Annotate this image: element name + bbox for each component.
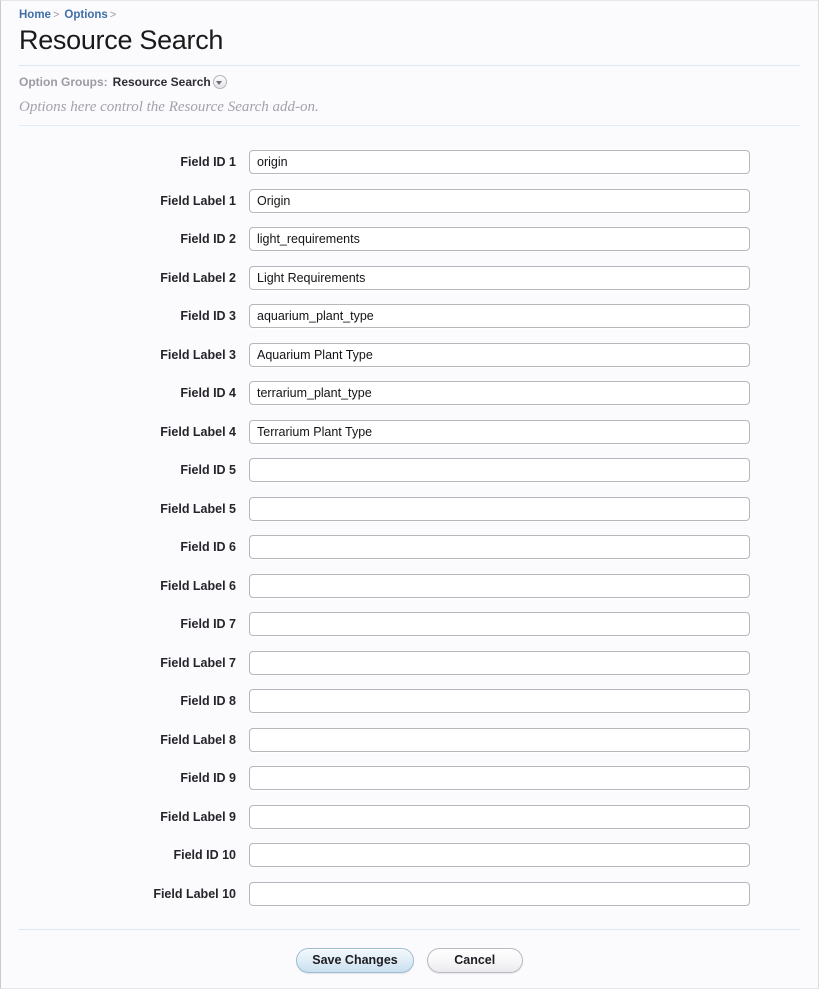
field-input[interactable]	[249, 804, 750, 829]
field-input[interactable]	[249, 342, 750, 367]
field-input[interactable]	[249, 535, 750, 560]
form-row: Field ID 7	[1, 605, 818, 644]
field-label: Field Label 6	[160, 578, 236, 593]
form-row: Field ID 9	[1, 759, 818, 798]
form-row: Field ID 2	[1, 220, 818, 259]
field-label: Field ID 5	[180, 463, 236, 478]
option-groups-label: Option Groups:	[19, 75, 108, 89]
form-actions: Save Changes Cancel	[1, 948, 818, 973]
field-label: Field Label 10	[153, 886, 236, 901]
field-label: Field Label 4	[160, 424, 236, 439]
option-groups-value[interactable]: Resource Search	[113, 74, 211, 90]
field-input[interactable]	[249, 612, 750, 637]
page-title: Resource Search	[19, 25, 224, 55]
options-page: Home > Options > Resource Search Option Gro…	[0, 0, 819, 989]
field-label: Field ID 1	[180, 155, 236, 170]
page-description: Options here control the Resource Search…	[19, 99, 319, 115]
form-bottom-divider	[19, 929, 800, 930]
form-row: Field ID 3	[1, 297, 818, 336]
form-row: Field Label 1	[1, 182, 818, 221]
form-row: Field ID 5	[1, 451, 818, 490]
chevron-down-circle-icon[interactable]	[212, 75, 227, 89]
field-input[interactable]	[249, 188, 750, 213]
form-row: Field ID 6	[1, 528, 818, 567]
field-input[interactable]	[249, 381, 750, 406]
form-row: Field Label 7	[1, 644, 818, 683]
form-row: Field ID 1	[1, 143, 818, 182]
save-changes-button[interactable]: Save Changes	[296, 948, 414, 973]
field-label: Field ID 6	[180, 540, 236, 555]
field-label: Field ID 8	[180, 694, 236, 709]
field-input[interactable]	[249, 150, 750, 175]
form-row: Field Label 8	[1, 721, 818, 760]
field-label: Field Label 9	[160, 809, 236, 824]
form-row: Field ID 10	[1, 836, 818, 875]
field-input[interactable]	[249, 573, 750, 598]
form-row: Field Label 2	[1, 259, 818, 298]
field-label: Field ID 9	[180, 771, 236, 786]
form-top-divider	[19, 125, 800, 126]
breadcrumb-separator: >	[109, 9, 117, 21]
field-input[interactable]	[249, 881, 750, 906]
field-input[interactable]	[249, 727, 750, 752]
form-row: Field Label 10	[1, 875, 818, 914]
field-input[interactable]	[249, 689, 750, 714]
form-row: Field ID 8	[1, 682, 818, 721]
field-input[interactable]	[249, 843, 750, 868]
field-input[interactable]	[249, 227, 750, 252]
form-row: Field Label 5	[1, 490, 818, 529]
field-label: Field ID 7	[180, 617, 236, 632]
field-label: Field Label 5	[160, 501, 236, 516]
field-input[interactable]	[249, 496, 750, 521]
form-row: Field ID 4	[1, 374, 818, 413]
field-label: Field Label 7	[160, 655, 236, 670]
field-label: Field Label 8	[160, 732, 236, 747]
header-divider	[19, 65, 800, 66]
cancel-button[interactable]: Cancel	[426, 948, 523, 973]
form-row: Field Label 6	[1, 567, 818, 606]
field-label: Field Label 3	[160, 347, 236, 362]
breadcrumb-separator: >	[52, 9, 60, 21]
form-row: Field Label 3	[1, 336, 818, 375]
field-label: Field ID 3	[180, 309, 236, 324]
field-label: Field Label 1	[160, 193, 236, 208]
breadcrumb: Home > Options >	[1, 1, 818, 22]
field-label: Field Label 2	[160, 270, 236, 285]
field-input[interactable]	[249, 419, 750, 444]
field-input[interactable]	[249, 304, 750, 329]
field-label: Field ID 4	[180, 386, 236, 401]
breadcrumb-link-home[interactable]: Home	[19, 9, 51, 21]
form-row: Field Label 4	[1, 413, 818, 452]
field-label: Field ID 10	[173, 848, 236, 863]
breadcrumb-link-options[interactable]: Options	[64, 9, 107, 21]
field-input[interactable]	[249, 458, 750, 483]
field-label: Field ID 2	[180, 232, 236, 247]
field-input[interactable]	[249, 650, 750, 675]
options-form: Field ID 1 Field Label 1 Field ID 2 Field L…	[1, 143, 818, 913]
field-input[interactable]	[249, 265, 750, 290]
option-groups-selector: Option Groups: Resource Search	[19, 74, 818, 90]
form-row: Field Label 9	[1, 798, 818, 837]
field-input[interactable]	[249, 766, 750, 791]
